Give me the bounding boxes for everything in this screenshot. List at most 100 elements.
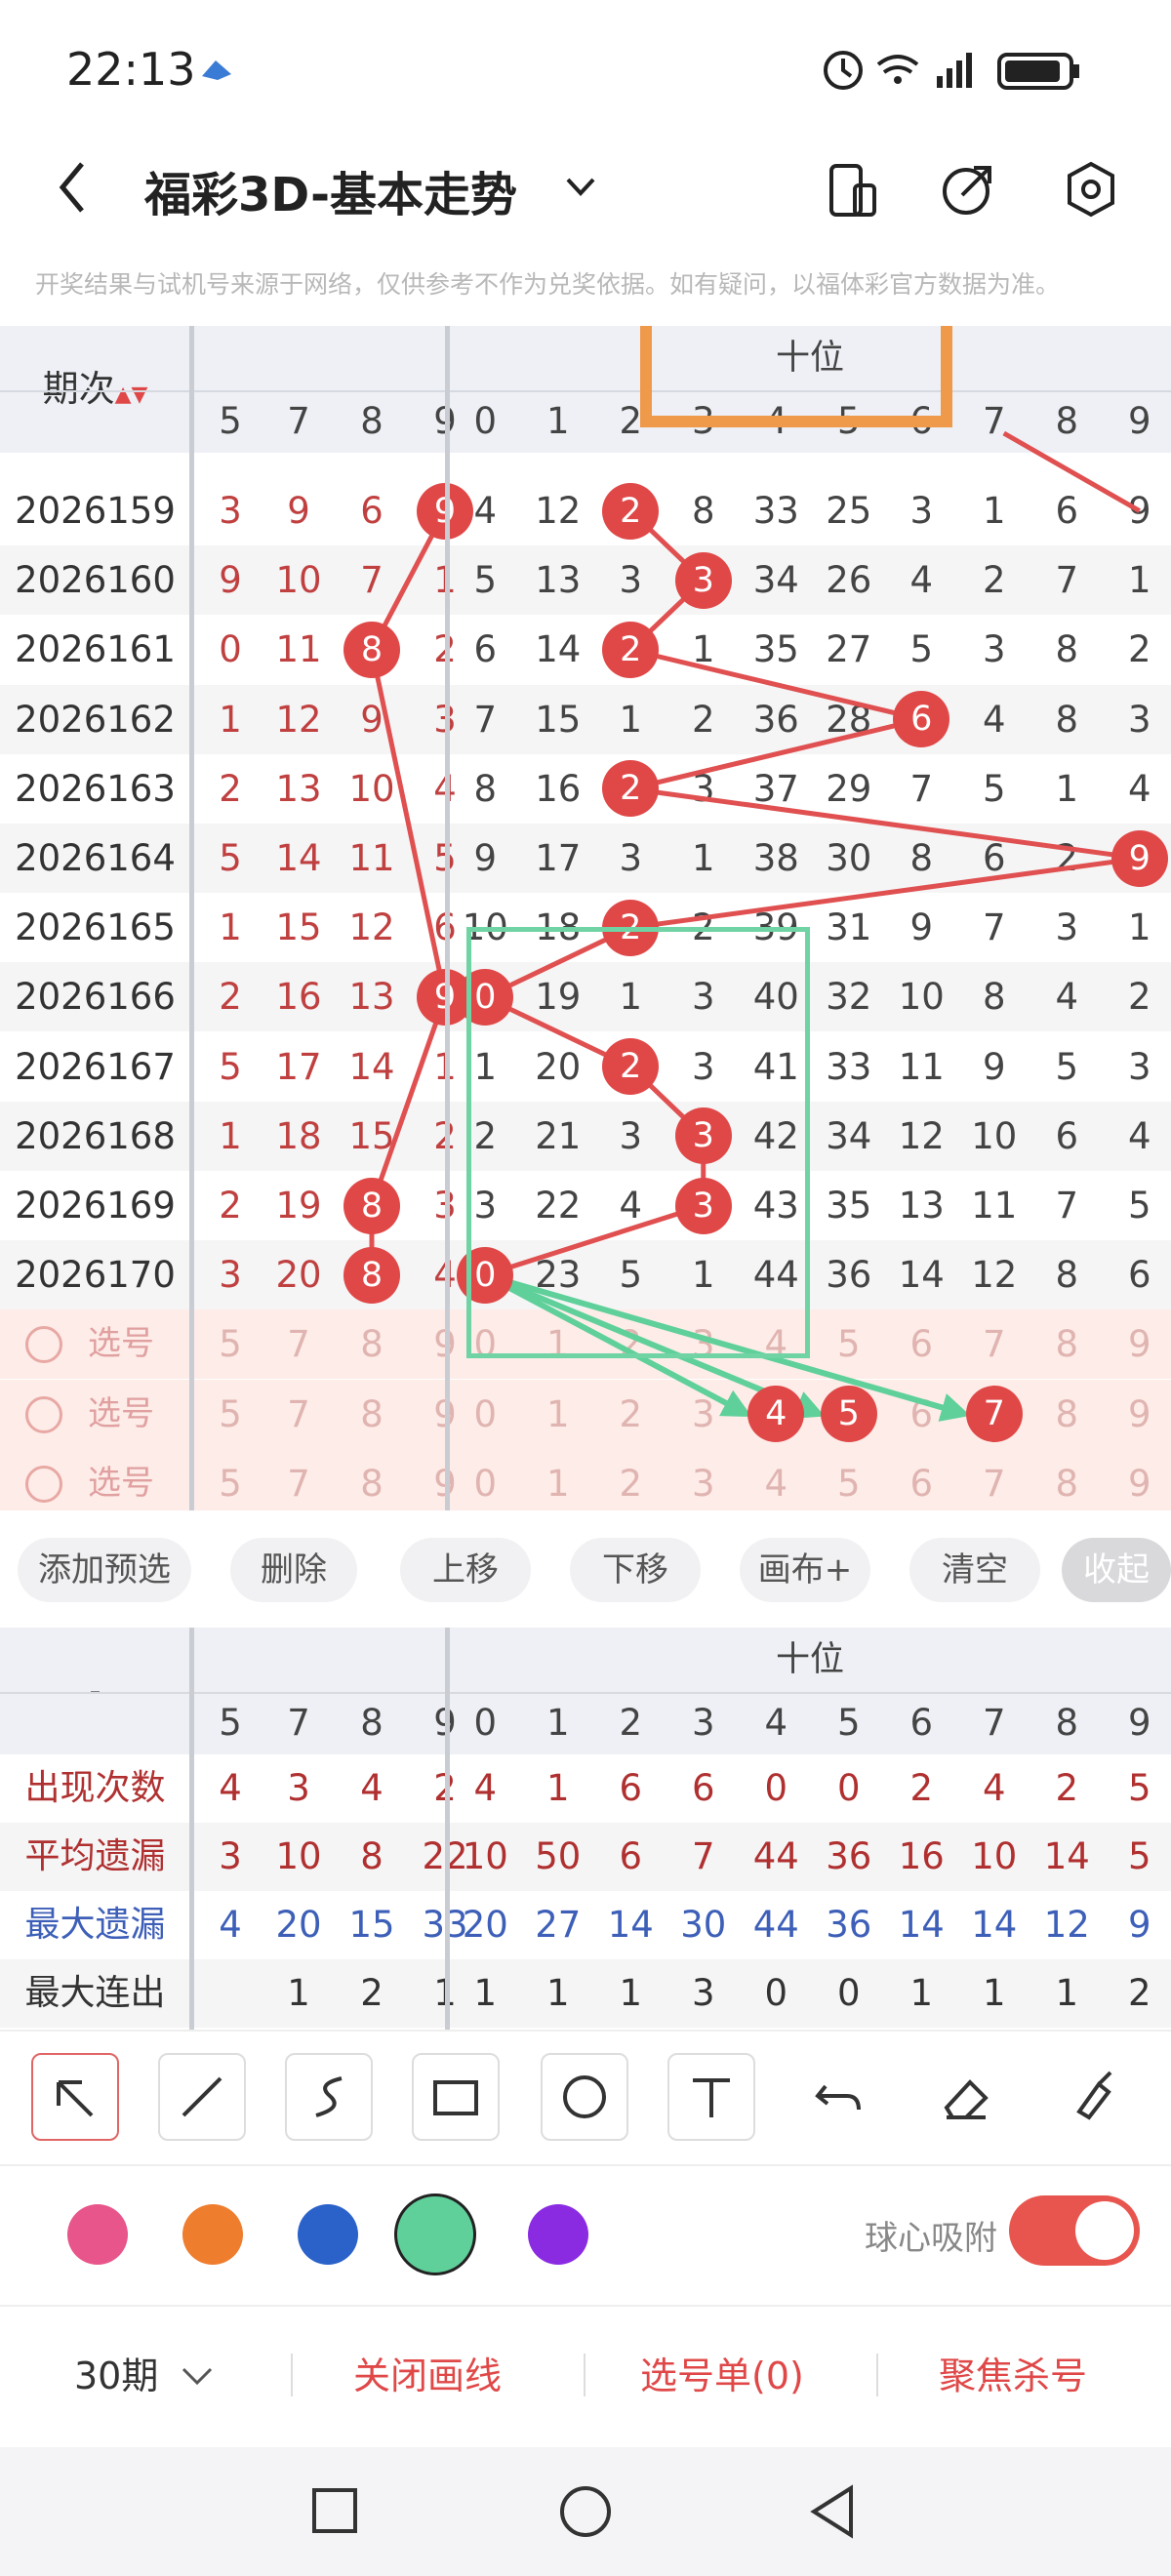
stats-cell: 0 — [764, 1767, 788, 1809]
stats-col-prev: 7 — [287, 1702, 310, 1744]
close-draw-button[interactable]: 关闭画线 — [353, 2346, 502, 2399]
color-swatch[interactable] — [67, 2204, 128, 2265]
stats-cell: 50 — [535, 1835, 582, 1877]
text-icon — [693, 2078, 730, 2117]
divider — [0, 2164, 1171, 2166]
magnet-toggle[interactable] — [1009, 2195, 1140, 2266]
circle-icon — [563, 2075, 606, 2118]
stats-cell: 7 — [691, 1835, 715, 1877]
green-rectangle-annotation[interactable] — [466, 927, 810, 1358]
bottom-bar: 30期 关闭画线 选号单(0) 聚焦杀号 — [0, 2305, 1171, 2443]
prev-winning-ball[interactable]: 8 — [343, 622, 400, 678]
stats-cell: 3 — [287, 1767, 310, 1809]
curve-tool[interactable] — [285, 2053, 373, 2141]
stats-cell: 2 — [909, 1767, 934, 1809]
color-swatch[interactable] — [528, 2204, 588, 2265]
app-header: 福彩3D-基本走势 — [0, 137, 1171, 254]
stats-row: 出现次数43424166002425 — [0, 1754, 1171, 1823]
stats-col-ten: 9 — [1127, 1702, 1151, 1744]
app-notification-icon — [202, 60, 231, 80]
prev-winning-ball[interactable]: 8 — [343, 1246, 400, 1304]
phone-layout-icon[interactable] — [826, 162, 880, 221]
eraser-tool[interactable] — [921, 2053, 1009, 2141]
selected-ball[interactable]: 4 — [747, 1386, 805, 1443]
color-swatch[interactable] — [394, 2194, 476, 2275]
circle-tool[interactable] — [541, 2053, 628, 2141]
ten-winning-ball[interactable]: 3 — [674, 551, 732, 609]
stats-cell: 1 — [909, 1972, 934, 2014]
periods-select[interactable]: 30期 — [74, 2346, 215, 2399]
stats-cell: 16 — [898, 1835, 945, 1877]
stats-cell: 1 — [619, 1972, 643, 2014]
recent-apps-icon[interactable] — [310, 2486, 359, 2535]
trend-table[interactable]: 期次▲▼ 十位 57890123456789 20261593969412283… — [0, 326, 1171, 1512]
color-swatch[interactable] — [298, 2204, 358, 2265]
action-button[interactable]: 删除 — [230, 1538, 357, 1602]
divider — [291, 2354, 293, 2396]
selected-ball[interactable]: 5 — [820, 1386, 877, 1443]
ten-winning-ball[interactable]: 2 — [602, 622, 660, 678]
text-tool[interactable] — [667, 2053, 755, 2141]
stats-cell: 6 — [691, 1767, 715, 1809]
undo-tool[interactable] — [794, 2053, 882, 2141]
stats-rows: 出现次数43424166002425平均遗漏310822105067443616… — [0, 1754, 1171, 2028]
stats-cell: 4 — [982, 1767, 1006, 1809]
stats-label: 平均遗漏 — [24, 1836, 166, 1876]
action-button[interactable]: 上移 — [400, 1538, 531, 1602]
action-button[interactable]: 添加预选 — [18, 1538, 191, 1602]
select-list-button[interactable]: 选号单(0) — [640, 2346, 804, 2399]
ten-winning-ball[interactable]: 2 — [602, 760, 660, 818]
home-icon[interactable] — [558, 2484, 613, 2539]
stats-cell: 20 — [275, 1904, 322, 1946]
line-tool[interactable] — [158, 2053, 246, 2141]
settings-icon[interactable] — [1062, 160, 1120, 219]
action-button[interactable]: 收起 — [1062, 1538, 1171, 1602]
curve-icon — [315, 2076, 343, 2117]
stats-cell: 3 — [219, 1835, 242, 1877]
brush-tool[interactable] — [1048, 2053, 1136, 2141]
focus-kill-button[interactable]: 聚焦杀号 — [939, 2346, 1087, 2399]
ten-winning-ball[interactable]: 2 — [602, 482, 660, 540]
stats-col-ten: 7 — [982, 1702, 1006, 1744]
stats-row: 平均遗漏31082210506744361610145 — [0, 1823, 1171, 1891]
stats-label: 最大遗漏 — [24, 1905, 166, 1945]
stats-cell: 5 — [1127, 1835, 1151, 1877]
stats-cell: 2 — [1055, 1767, 1079, 1809]
stats-cell: 3 — [691, 1972, 715, 2014]
back-nav-icon[interactable] — [808, 2484, 857, 2539]
orange-rectangle-annotation[interactable] — [640, 326, 952, 427]
stats-cell: 6 — [619, 1835, 643, 1877]
share-icon[interactable] — [939, 160, 997, 219]
arrow-tool[interactable] — [31, 2053, 119, 2141]
page-title[interactable]: 福彩3D-基本走势 — [144, 156, 517, 224]
stats-cell: 4 — [360, 1767, 384, 1809]
stats-cell: 10 — [971, 1835, 1018, 1877]
stats-cell: 30 — [680, 1904, 727, 1946]
stats-cell: 36 — [826, 1835, 872, 1877]
stats-cell: 1 — [473, 1972, 498, 2014]
back-icon[interactable] — [55, 158, 90, 217]
stats-cell: 27 — [535, 1904, 582, 1946]
action-button[interactable]: 下移 — [570, 1538, 701, 1602]
prev-winning-ball[interactable]: 8 — [343, 1177, 400, 1234]
stats-cell: 15 — [348, 1904, 395, 1946]
stats-label: 最大连出 — [24, 1973, 166, 2013]
stats-col-ten: 4 — [764, 1702, 788, 1744]
stats-cell: 4 — [219, 1767, 242, 1809]
grid-line — [0, 1692, 1171, 1694]
action-button[interactable]: 清空 — [909, 1538, 1040, 1602]
stats-cell: 36 — [826, 1904, 872, 1946]
stats-cell: 14 — [607, 1904, 654, 1946]
ten-winning-ball[interactable]: 6 — [893, 691, 950, 748]
rectangle-tool[interactable] — [412, 2053, 500, 2141]
periods-label: 30期 — [74, 2355, 159, 2397]
action-button[interactable]: 画布+ — [740, 1538, 870, 1602]
ten-winning-ball[interactable]: 9 — [1110, 829, 1168, 887]
chevron-down-icon[interactable] — [564, 176, 597, 199]
stats-cell: 14 — [898, 1904, 945, 1946]
selected-ball[interactable]: 7 — [965, 1386, 1023, 1443]
stats-cell: 0 — [836, 1767, 861, 1809]
color-swatch[interactable] — [182, 2204, 243, 2265]
stats-cell: 9 — [1127, 1904, 1151, 1946]
stats-cell: 1 — [545, 1767, 570, 1809]
